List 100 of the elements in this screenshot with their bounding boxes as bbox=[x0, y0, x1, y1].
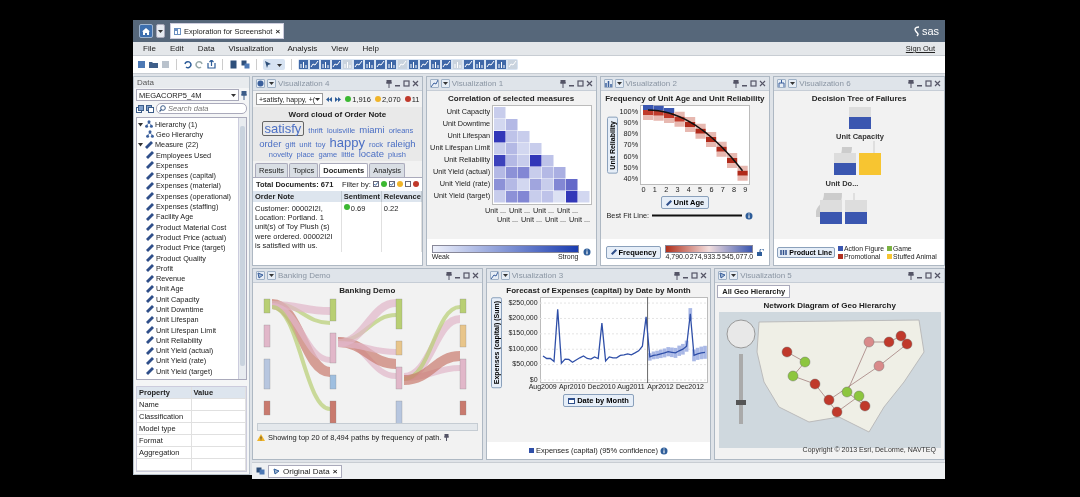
cloud-word[interactable]: happy bbox=[329, 136, 365, 149]
pin-icon[interactable] bbox=[908, 271, 914, 280]
chart-icon[interactable] bbox=[365, 60, 374, 69]
maximize-icon[interactable] bbox=[576, 80, 584, 87]
folder-icon[interactable] bbox=[149, 60, 158, 69]
value-cell bbox=[191, 399, 246, 411]
chart-title: Word cloud of Order Note bbox=[287, 109, 388, 121]
data-tab[interactable]: Original Data × bbox=[268, 464, 343, 478]
layers-icon[interactable] bbox=[241, 60, 250, 69]
chart-type-button[interactable] bbox=[429, 79, 439, 88]
info-icon[interactable] bbox=[745, 211, 754, 220]
chart-icon[interactable] bbox=[354, 60, 363, 69]
cloud-word[interactable]: raleigh bbox=[387, 139, 416, 149]
chart-icon[interactable] bbox=[442, 60, 451, 69]
pin-icon[interactable] bbox=[559, 79, 566, 88]
dropdown-button[interactable] bbox=[729, 271, 739, 280]
chart-icon[interactable] bbox=[464, 60, 473, 69]
chart-icon[interactable] bbox=[486, 60, 495, 69]
chart-type-button[interactable] bbox=[256, 271, 265, 280]
maximize-icon[interactable] bbox=[925, 80, 932, 87]
dropdown-button[interactable] bbox=[440, 79, 450, 88]
cloud-word[interactable]: satisfy bbox=[261, 121, 305, 136]
layers-icon[interactable] bbox=[256, 467, 265, 475]
checkbox[interactable] bbox=[388, 181, 395, 187]
expand-arrow-icon[interactable] bbox=[138, 142, 143, 148]
close-icon[interactable] bbox=[411, 80, 419, 87]
copy-icon[interactable] bbox=[136, 104, 144, 113]
chart-type-button[interactable] bbox=[256, 79, 265, 88]
chart-icon[interactable] bbox=[387, 60, 396, 69]
chart-icon[interactable] bbox=[321, 60, 330, 69]
menu-item[interactable]: File bbox=[143, 44, 156, 53]
menu-item[interactable]: Help bbox=[362, 44, 379, 53]
copy-icon[interactable] bbox=[146, 104, 154, 113]
maximize-icon[interactable] bbox=[462, 272, 470, 279]
maximize-icon[interactable] bbox=[925, 272, 932, 279]
chart-type-button[interactable] bbox=[777, 79, 787, 88]
scrollbar[interactable] bbox=[257, 423, 478, 431]
pin-icon[interactable] bbox=[241, 90, 247, 100]
chart-icon[interactable] bbox=[332, 60, 341, 69]
dropdown-button[interactable] bbox=[614, 79, 624, 88]
chart-type-button[interactable] bbox=[489, 271, 499, 280]
info-icon[interactable] bbox=[660, 446, 669, 455]
undo-icon[interactable] bbox=[183, 60, 192, 69]
dropdown-button[interactable] bbox=[500, 271, 510, 280]
dropdown-button[interactable] bbox=[156, 24, 165, 38]
checkbox[interactable] bbox=[404, 181, 411, 187]
chart-type-button[interactable] bbox=[718, 271, 728, 280]
chart-icon[interactable] bbox=[376, 60, 385, 69]
export-icon[interactable] bbox=[207, 60, 216, 69]
value-cell bbox=[191, 423, 246, 435]
maximize-icon[interactable] bbox=[691, 272, 699, 279]
close-button[interactable]: × bbox=[332, 466, 338, 476]
close-icon[interactable] bbox=[700, 272, 708, 279]
cloud-word[interactable]: locate bbox=[358, 149, 384, 159]
back-icon[interactable] bbox=[326, 96, 333, 102]
close-icon[interactable] bbox=[759, 80, 767, 87]
panel-title: Banking Demo bbox=[278, 271, 332, 280]
value-cell bbox=[191, 435, 246, 447]
pin-icon[interactable] bbox=[445, 271, 452, 280]
pin-icon[interactable] bbox=[385, 79, 392, 88]
chart-icon[interactable] bbox=[299, 60, 308, 69]
lock-icon[interactable] bbox=[757, 248, 765, 256]
report-icon[interactable] bbox=[137, 60, 146, 69]
dropdown-button[interactable] bbox=[267, 79, 276, 88]
maximize-icon[interactable] bbox=[402, 80, 410, 87]
chart-icon[interactable] bbox=[497, 60, 506, 69]
pin-icon[interactable] bbox=[444, 434, 450, 441]
chart-icon[interactable] bbox=[475, 60, 484, 69]
menu-item[interactable]: View bbox=[331, 44, 349, 53]
pin-icon[interactable] bbox=[908, 79, 914, 88]
forward-icon[interactable] bbox=[335, 96, 342, 102]
panel-icon[interactable] bbox=[229, 60, 238, 69]
close-icon[interactable] bbox=[585, 80, 593, 87]
menu-item[interactable]: Visualization bbox=[228, 44, 274, 53]
cloud-word[interactable]: miami bbox=[359, 125, 385, 135]
chart-icon[interactable] bbox=[420, 60, 429, 69]
scrollbar[interactable] bbox=[238, 118, 246, 379]
chart-type-button[interactable] bbox=[603, 79, 613, 88]
close-button[interactable]: × bbox=[275, 26, 281, 36]
checkbox[interactable] bbox=[372, 181, 379, 187]
menu-item[interactable]: Edit bbox=[169, 44, 184, 53]
home-button[interactable] bbox=[139, 24, 153, 38]
pin-icon[interactable] bbox=[733, 79, 740, 88]
pin-icon[interactable] bbox=[674, 271, 681, 280]
close-icon[interactable] bbox=[471, 272, 479, 279]
maximize-icon[interactable] bbox=[750, 80, 758, 87]
chart-icon[interactable] bbox=[310, 60, 319, 69]
info-icon[interactable] bbox=[582, 248, 591, 256]
chart-icon[interactable] bbox=[431, 60, 440, 69]
cloud-word[interactable]: order bbox=[259, 139, 282, 149]
close-icon[interactable] bbox=[934, 80, 941, 87]
close-icon[interactable] bbox=[934, 272, 941, 279]
expand-arrow-icon[interactable] bbox=[138, 121, 143, 127]
menu-item[interactable]: Analysis bbox=[287, 44, 318, 53]
dropdown-button[interactable] bbox=[267, 271, 276, 280]
warning-icon bbox=[257, 434, 265, 441]
pointer-icon[interactable] bbox=[264, 60, 273, 69]
chart-icon[interactable] bbox=[409, 60, 418, 69]
dropdown-button[interactable] bbox=[788, 79, 798, 88]
menu-item[interactable]: Data bbox=[197, 44, 215, 53]
